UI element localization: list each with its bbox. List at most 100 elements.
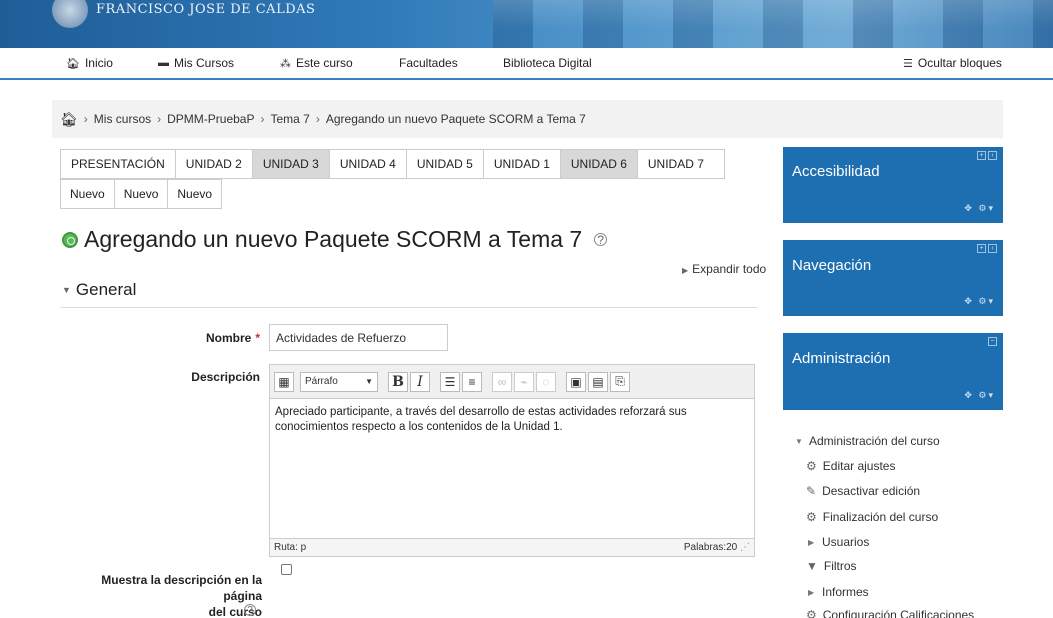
unlink-icon[interactable]: ⌁ — [514, 371, 534, 392]
tab-unidad-6[interactable]: UNIDAD 6 — [559, 149, 638, 179]
page-title: Agregando un nuevo Paquete SCORM a Tema … — [62, 226, 608, 253]
header-banner: FRANCISCO JOSE DE CALDAS — [0, 0, 1053, 48]
description-editor: ▦ Párrafo ▼ B I ☰ ≡ ∞ ⌁ ◌ ▣ ▤ ⎘ Apreciad… — [269, 364, 755, 557]
caret-right-icon: ▶ — [682, 266, 689, 275]
breadcrumb-course[interactable]: DPMM-PruebaP — [167, 112, 254, 126]
tab-nuevo-3[interactable]: Nuevo — [167, 179, 223, 209]
section-general-toggle[interactable]: ▼ General — [62, 280, 136, 300]
show-description-label-line1: Muestra la descripción en la página — [101, 573, 262, 603]
minimize-icon[interactable]: − — [988, 337, 997, 346]
nombre-input[interactable] — [269, 324, 448, 351]
editor-statusbar: Ruta: p Palabras:20 ⋰ — [270, 538, 754, 556]
nav-mis-cursos-label: Mis Cursos — [174, 56, 235, 70]
tab-presentacion[interactable]: PRESENTACIÓN — [60, 149, 176, 179]
move-icon[interactable]: ✥ ⚙▾ — [964, 296, 995, 307]
move-icon[interactable]: ✥ ⚙▾ — [964, 390, 995, 401]
italic-icon[interactable]: I — [410, 371, 430, 392]
tree-course-admin[interactable]: ▼ Administración del curso — [795, 434, 940, 448]
block-controls: + ‹ — [977, 244, 997, 253]
chevron-right-icon: › — [260, 112, 265, 126]
editor-path: Ruta: p — [274, 542, 307, 553]
section-divider — [60, 307, 757, 308]
tree-desactivar-edicion-label: Desactivar edición — [822, 484, 921, 498]
nav-este-curso[interactable]: ⁂ Este curso — [280, 56, 353, 70]
banner-image — [493, 0, 1053, 48]
breadcrumb-current: Agregando un nuevo Paquete SCORM a Tema … — [325, 112, 586, 126]
collapse-icon[interactable]: ‹ — [988, 151, 997, 160]
breadcrumb-tema[interactable]: Tema 7 — [270, 112, 309, 126]
paragraph-format-select[interactable]: Párrafo ▼ — [300, 371, 378, 392]
help-icon[interactable]: ? — [244, 604, 256, 616]
dock-icon[interactable]: + — [977, 151, 986, 160]
descripcion-label: Descripción — [191, 370, 260, 384]
bold-icon[interactable]: B — [388, 371, 408, 392]
tree-editar-ajustes[interactable]: ⚙ Editar ajustes — [806, 459, 895, 473]
nav-facultades-label: Facultades — [399, 56, 458, 70]
tab-unidad-4[interactable]: UNIDAD 4 — [328, 149, 407, 179]
resize-handle-icon[interactable]: ⋰ — [740, 542, 750, 553]
dock-icon[interactable]: + — [977, 244, 986, 253]
home-icon[interactable]: 🏠︎ — [60, 111, 78, 128]
tab-nuevo-2[interactable]: Nuevo — [113, 179, 169, 209]
nombre-label: Nombre * — [180, 331, 260, 345]
nav-inicio[interactable]: 🏠︎ Inicio — [66, 56, 113, 70]
tab-unidad-1[interactable]: UNIDAD 1 — [482, 149, 561, 179]
chevron-right-icon: › — [157, 112, 162, 126]
nav-mis-cursos[interactable]: ▬ Mis Cursos — [158, 56, 234, 70]
move-icon[interactable]: ✥ ⚙▾ — [964, 203, 995, 214]
tree-informes[interactable]: ▶ Informes — [808, 585, 869, 599]
nav-biblioteca-label: Biblioteca Digital — [503, 56, 592, 70]
image-icon[interactable]: ▣ — [566, 371, 586, 392]
sitemap-icon: ⁂ — [280, 57, 291, 70]
tree-finalizacion[interactable]: ⚙ Finalización del curso — [806, 510, 938, 524]
block-navegacion-title: Navegación — [792, 257, 872, 274]
tree-filtros-label: Filtros — [823, 559, 857, 573]
university-logo — [52, 0, 88, 28]
link-icon[interactable]: ∞ — [492, 371, 512, 392]
anchor-icon[interactable]: ◌ — [536, 371, 556, 392]
tree-config-calificaciones[interactable]: ⚙ Configuración Calificaciones — [806, 608, 974, 618]
collapse-icon[interactable]: ‹ — [988, 244, 997, 253]
tab-nuevo-1[interactable]: Nuevo — [60, 179, 115, 209]
tree-course-admin-label: Administración del curso — [809, 434, 940, 448]
nombre-label-text: Nombre — [205, 331, 252, 345]
show-description-checkbox[interactable] — [281, 564, 292, 575]
tab-unidad-7[interactable]: UNIDAD 7 — [636, 149, 725, 179]
paragraph-format-value: Párrafo — [305, 376, 338, 387]
editor-content[interactable]: Apreciado participante, a través del des… — [270, 399, 754, 539]
filter-icon: ▼ — [806, 559, 818, 573]
show-description-label: Muestra la descripción en la página del … — [60, 572, 262, 618]
nav-biblioteca[interactable]: Biblioteca Digital — [503, 56, 592, 70]
tree-config-calificaciones-label: Configuración Calificaciones — [822, 608, 975, 618]
block-controls: + ‹ — [977, 151, 997, 160]
hide-blocks-button[interactable]: ☰ Ocultar bloques — [903, 56, 1002, 70]
paste-icon[interactable]: ⎘ — [610, 371, 630, 392]
chevron-right-icon: › — [315, 112, 320, 126]
breadcrumb-mis-cursos[interactable]: Mis cursos — [94, 112, 151, 126]
tree-desactivar-edicion[interactable]: ✎ Desactivar edición — [806, 484, 920, 498]
expand-all-link[interactable]: ▶ Expandir todo — [682, 262, 766, 276]
tree-finalizacion-label: Finalización del curso — [822, 510, 939, 524]
ordered-list-icon[interactable]: ≡ — [462, 371, 482, 392]
unordered-list-icon[interactable]: ☰ — [440, 371, 460, 392]
tab-unidad-2[interactable]: UNIDAD 2 — [174, 149, 253, 179]
tab-unidad-3[interactable]: UNIDAD 3 — [251, 149, 330, 179]
hide-blocks-label: Ocultar bloques — [917, 56, 1002, 70]
pencil-icon: ✎ — [806, 484, 817, 498]
block-administracion-title: Administración — [792, 350, 891, 367]
tab-unidad-5[interactable]: UNIDAD 5 — [405, 149, 484, 179]
page-title-text: Agregando un nuevo Paquete SCORM a Tema … — [84, 226, 583, 252]
tree-usuarios[interactable]: ▶ Usuarios — [808, 535, 869, 549]
nav-inicio-label: Inicio — [84, 56, 113, 70]
unit-tabs: PRESENTACIÓN UNIDAD 2 UNIDAD 3 UNIDAD 4 … — [60, 149, 725, 179]
block-accesibilidad: Accesibilidad + ‹ ✥ ⚙▾ — [783, 147, 1003, 223]
tree-filtros[interactable]: ▼ Filtros — [806, 559, 857, 573]
help-icon[interactable]: ? — [594, 233, 608, 247]
media-icon[interactable]: ▤ — [588, 371, 608, 392]
home-icon: 🏠︎ — [66, 57, 80, 70]
nav-facultades[interactable]: Facultades — [399, 56, 458, 70]
block-accesibilidad-title: Accesibilidad — [792, 163, 880, 180]
toolbar-toggle-icon[interactable]: ▦ — [274, 371, 294, 392]
block-controls: − — [988, 337, 997, 346]
gear-icon: ⚙ — [806, 608, 817, 618]
